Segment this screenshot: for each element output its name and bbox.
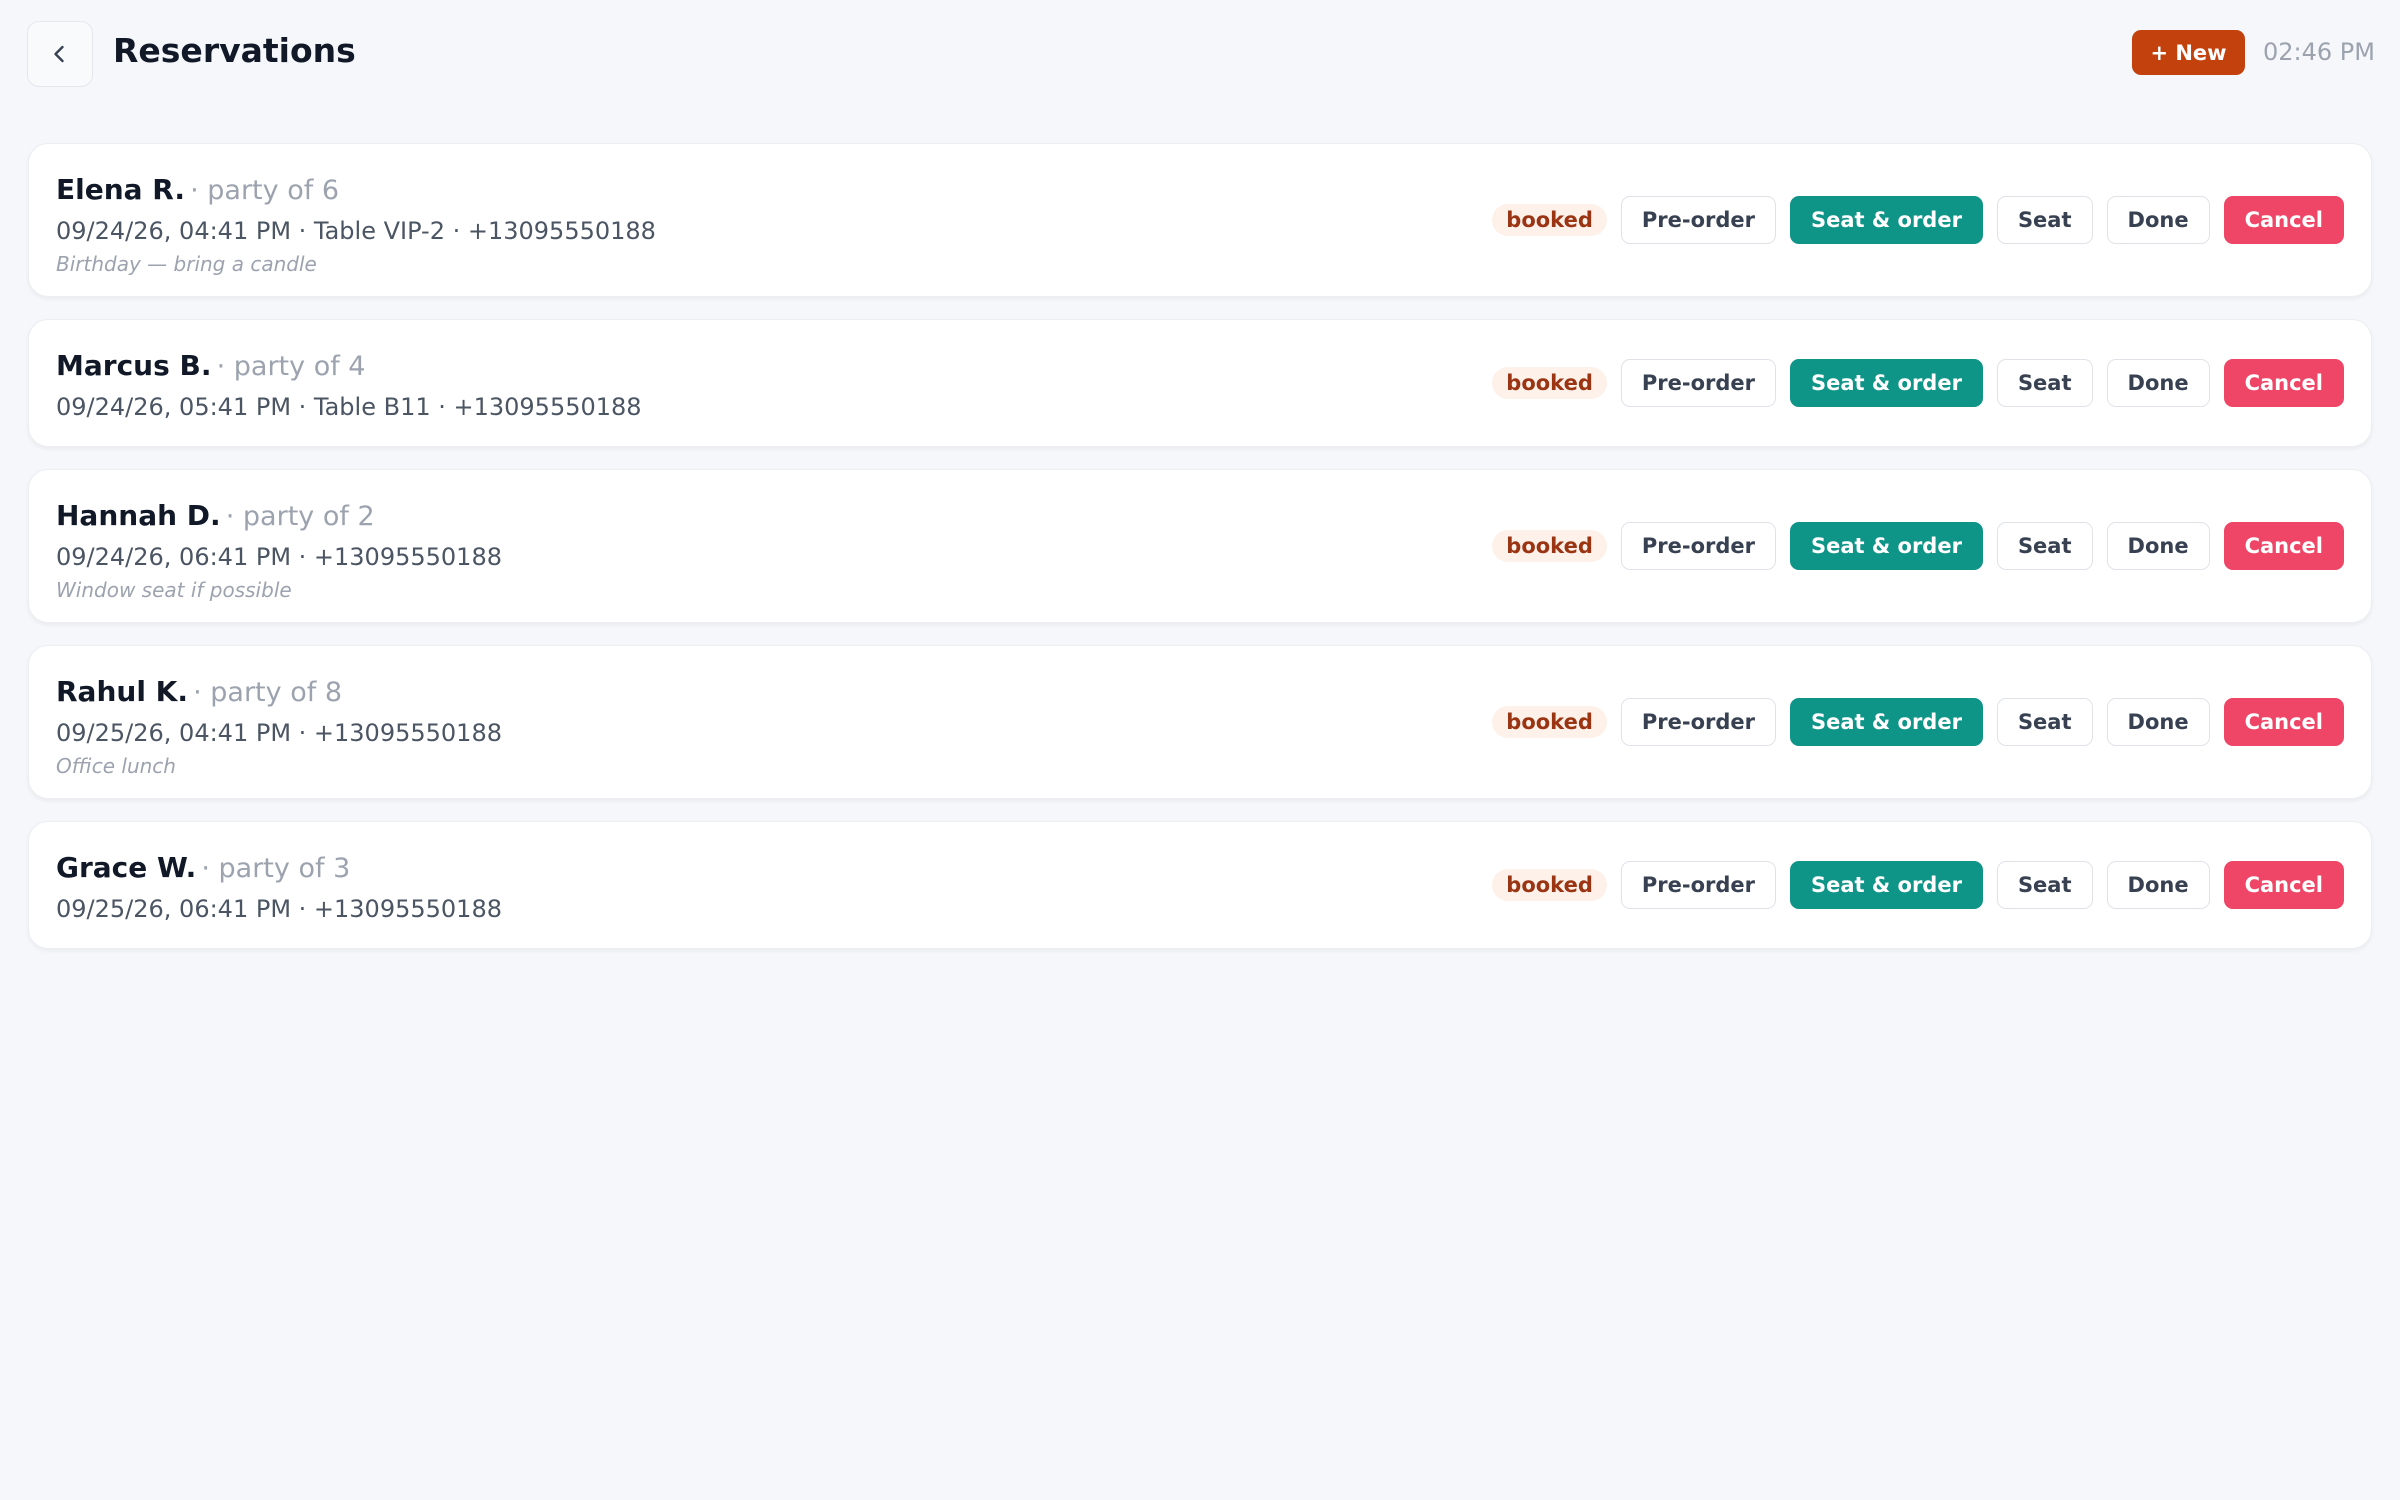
reservation-card: Rahul K. · party of 8 09/25/26, 04:41 PM… [28, 645, 2372, 799]
seat-and-order-button[interactable]: Seat & order [1790, 861, 1983, 909]
reservation-info: Marcus B. · party of 4 09/24/26, 05:41 P… [56, 346, 642, 424]
seat-button[interactable]: Seat [1996, 196, 2093, 244]
reservation-details: 09/24/26, 06:41 PM · +13095550188 [56, 543, 502, 571]
reservation-details: 09/25/26, 06:41 PM · +13095550188 [56, 895, 502, 923]
back-button[interactable] [27, 21, 93, 87]
name-line: Hannah D. · party of 2 [56, 496, 502, 540]
status-badge: booked [1492, 869, 1607, 901]
status-badge: booked [1492, 530, 1607, 562]
name-line: Marcus B. · party of 4 [56, 346, 642, 390]
status-badge: booked [1492, 204, 1607, 236]
guest-name: Grace W. [56, 851, 197, 884]
guest-name: Hannah D. [56, 499, 221, 532]
reservation-note: Window seat if possible [56, 578, 292, 602]
party-size: · party of 4 [216, 351, 366, 382]
cancel-button[interactable]: Cancel [2223, 698, 2344, 746]
seat-and-order-button[interactable]: Seat & order [1790, 359, 1983, 407]
reservation-card: Grace W. · party of 3 09/25/26, 06:41 PM… [28, 821, 2372, 949]
name-line: Elena R. · party of 6 [56, 170, 656, 214]
reservation-actions: booked Pre-order Seat & order Seat Done … [1492, 522, 2344, 570]
chevron-left-icon [54, 45, 64, 63]
pre-order-button[interactable]: Pre-order [1620, 359, 1776, 407]
reservation-details: 09/24/26, 04:41 PM · Table VIP-2 · +1309… [56, 217, 656, 245]
reservation-note: Office lunch [56, 754, 176, 778]
reservation-details: 09/25/26, 04:41 PM · +13095550188 [56, 719, 502, 747]
guest-name: Marcus B. [56, 349, 212, 382]
reservation-actions: booked Pre-order Seat & order Seat Done … [1492, 196, 2344, 244]
guest-name: Elena R. [56, 173, 186, 206]
pre-order-button[interactable]: Pre-order [1620, 698, 1776, 746]
seat-button[interactable]: Seat [1996, 522, 2093, 570]
seat-and-order-button[interactable]: Seat & order [1790, 522, 1983, 570]
current-time: 02:46 PM [2263, 38, 2375, 66]
cancel-button[interactable]: Cancel [2223, 861, 2344, 909]
pre-order-button[interactable]: Pre-order [1620, 861, 1776, 909]
guest-name: Rahul K. [56, 675, 189, 708]
seat-and-order-button[interactable]: Seat & order [1790, 196, 1983, 244]
status-badge: booked [1492, 706, 1607, 738]
pre-order-button[interactable]: Pre-order [1620, 522, 1776, 570]
cancel-button[interactable]: Cancel [2223, 359, 2344, 407]
done-button[interactable]: Done [2106, 359, 2210, 407]
reservation-actions: booked Pre-order Seat & order Seat Done … [1492, 861, 2344, 909]
pre-order-button[interactable]: Pre-order [1620, 196, 1776, 244]
reservation-details: 09/24/26, 05:41 PM · Table B11 · +130955… [56, 393, 642, 421]
reservation-info: Rahul K. · party of 8 09/25/26, 04:41 PM… [56, 672, 502, 782]
done-button[interactable]: Done [2106, 522, 2210, 570]
name-line: Rahul K. · party of 8 [56, 672, 502, 716]
party-size: · party of 6 [190, 175, 339, 206]
reservation-card: Marcus B. · party of 4 09/24/26, 05:41 P… [28, 319, 2372, 447]
reservation-note: Birthday — bring a candle [56, 252, 317, 276]
reservation-info: Hannah D. · party of 2 09/24/26, 06:41 P… [56, 496, 502, 606]
done-button[interactable]: Done [2106, 196, 2210, 244]
seat-button[interactable]: Seat [1996, 861, 2093, 909]
seat-button[interactable]: Seat [1996, 359, 2093, 407]
done-button[interactable]: Done [2106, 861, 2210, 909]
page-title: Reservations [113, 31, 356, 70]
reservation-list: Elena R. · party of 6 09/24/26, 04:41 PM… [28, 143, 2372, 971]
reservation-actions: booked Pre-order Seat & order Seat Done … [1492, 359, 2344, 407]
seat-and-order-button[interactable]: Seat & order [1790, 698, 1983, 746]
cancel-button[interactable]: Cancel [2223, 522, 2344, 570]
status-badge: booked [1492, 367, 1607, 399]
cancel-button[interactable]: Cancel [2223, 196, 2344, 244]
party-size: · party of 2 [225, 501, 375, 532]
reservation-actions: booked Pre-order Seat & order Seat Done … [1492, 698, 2344, 746]
reservation-card: Hannah D. · party of 2 09/24/26, 06:41 P… [28, 469, 2372, 623]
reservation-card: Elena R. · party of 6 09/24/26, 04:41 PM… [28, 143, 2372, 297]
party-size: · party of 3 [201, 853, 351, 884]
party-size: · party of 8 [193, 677, 342, 708]
reservation-info: Grace W. · party of 3 09/25/26, 06:41 PM… [56, 848, 502, 926]
done-button[interactable]: Done [2106, 698, 2210, 746]
seat-button[interactable]: Seat [1996, 698, 2093, 746]
new-reservation-button[interactable]: + New [2132, 30, 2245, 75]
name-line: Grace W. · party of 3 [56, 848, 502, 892]
reservation-info: Elena R. · party of 6 09/24/26, 04:41 PM… [56, 170, 656, 280]
header-bar: Reservations + New 02:46 PM [0, 0, 2400, 104]
